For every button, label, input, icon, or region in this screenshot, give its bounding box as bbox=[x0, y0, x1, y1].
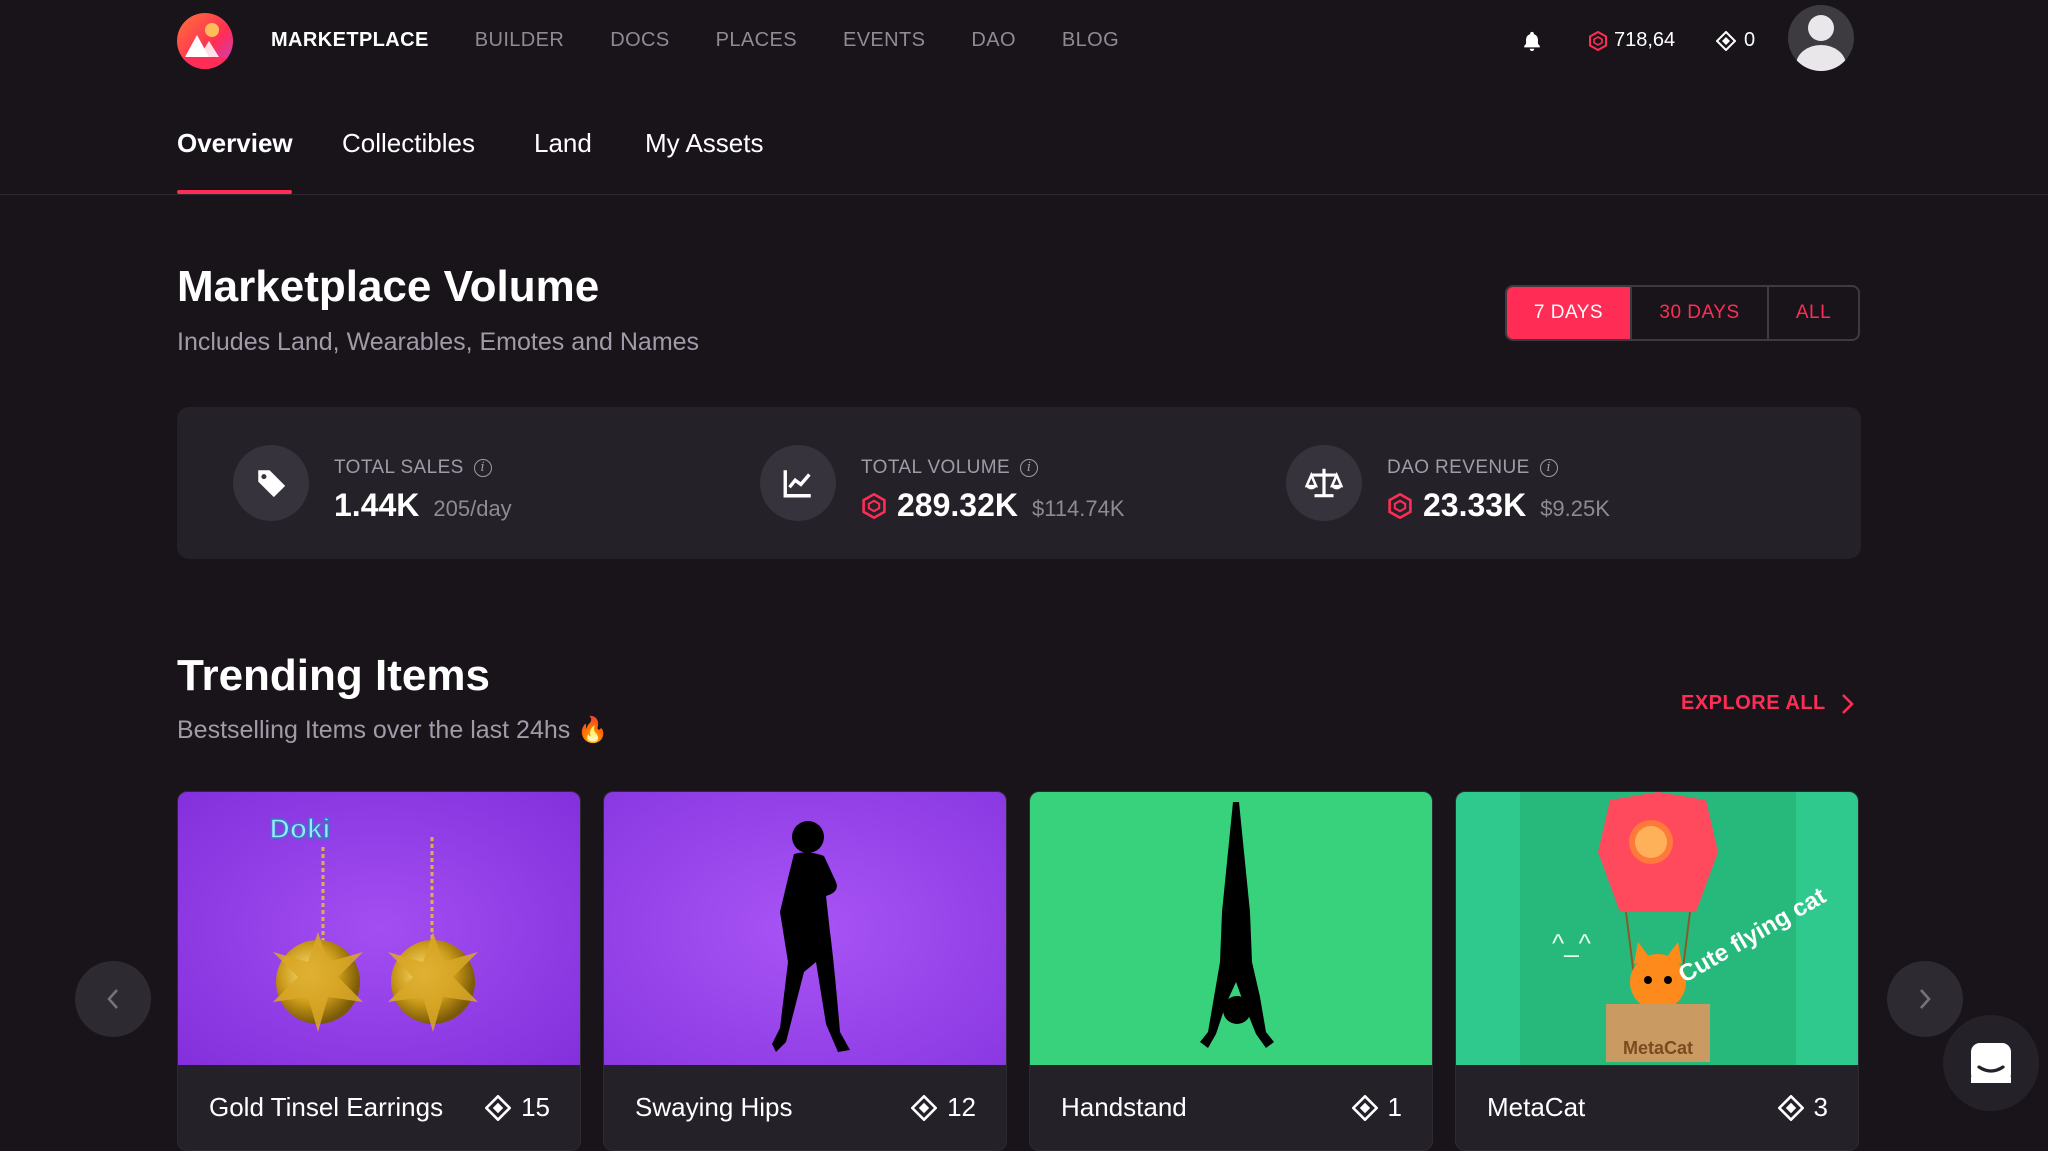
chat-support-button[interactable] bbox=[1943, 1015, 2039, 1111]
stat-secondary: 205/day bbox=[433, 496, 512, 521]
trending-subtitle: Bestselling Items over the last 24hs 🔥 bbox=[177, 716, 609, 744]
ethereum-icon bbox=[911, 1094, 938, 1121]
mana-balance[interactable]: 718,64 bbox=[1588, 29, 1675, 52]
item-card[interactable]: Handstand 1 bbox=[1029, 791, 1433, 1151]
info-icon[interactable]: i bbox=[1539, 459, 1558, 477]
item-price-value: 1 bbox=[1387, 1092, 1402, 1122]
active-tab-indicator bbox=[177, 190, 292, 194]
eth-balance-value: 0 bbox=[1744, 29, 1756, 51]
stat-dao-revenue: DAO REVENUE i 23.33K $9.25K bbox=[1286, 443, 1766, 523]
item-thumbnail bbox=[604, 792, 1006, 1065]
trending-title: Trending Items bbox=[177, 651, 490, 700]
ethereum-icon bbox=[1716, 30, 1736, 51]
scale-icon bbox=[1286, 445, 1362, 521]
chevron-right-icon bbox=[1920, 989, 1931, 1009]
item-price: 3 bbox=[1777, 1092, 1828, 1123]
nav-link-dao[interactable]: DAO bbox=[971, 29, 1016, 52]
stat-value: 289.32K bbox=[897, 487, 1018, 523]
doki-logo-text: Doki bbox=[270, 813, 331, 844]
metacat-box-text: MetaCat bbox=[1623, 1038, 1693, 1058]
volume-subtitle: Includes Land, Wearables, Emotes and Nam… bbox=[177, 328, 700, 356]
item-thumbnail bbox=[1030, 792, 1432, 1065]
explore-all-link[interactable]: EXPLORE ALL bbox=[1681, 692, 1854, 715]
stat-secondary: $114.74K bbox=[1031, 496, 1125, 521]
stat-value: 1.44K bbox=[334, 487, 420, 523]
chart-icon bbox=[760, 445, 836, 521]
stat-label: DAO REVENUE bbox=[1387, 457, 1530, 478]
item-name: Swaying Hips bbox=[635, 1092, 793, 1122]
main-nav: MARKETPLACE BUILDER DOCS PLACES EVENTS D… bbox=[271, 29, 1165, 52]
stat-label: TOTAL SALES bbox=[334, 457, 464, 478]
item-price: 12 bbox=[911, 1092, 976, 1123]
period-all-button[interactable]: ALL bbox=[1769, 287, 1858, 339]
volume-stats-panel: TOTAL SALES i 1.44K 205/day TOTAL VOLUME i… bbox=[177, 407, 1861, 559]
chevron-right-icon bbox=[1841, 693, 1854, 714]
chat-icon bbox=[1971, 1043, 2011, 1083]
item-price: 1 bbox=[1351, 1092, 1402, 1123]
nav-link-blog[interactable]: BLOG bbox=[1062, 29, 1119, 52]
ethereum-icon bbox=[1351, 1094, 1378, 1121]
ethereum-icon bbox=[1777, 1094, 1804, 1121]
tab-collectibles[interactable]: Collectibles bbox=[342, 128, 475, 159]
item-card[interactable]: Doki Gold Tinsel Earrings 15 bbox=[177, 791, 581, 1151]
item-price-value: 12 bbox=[947, 1092, 976, 1122]
item-card[interactable]: MetaCat ^_^ Cute flying cat MetaCat 3 bbox=[1455, 791, 1859, 1151]
item-thumbnail: Doki bbox=[178, 792, 580, 1065]
nav-link-events[interactable]: EVENTS bbox=[843, 29, 925, 52]
mana-icon bbox=[862, 492, 886, 519]
bell-icon[interactable] bbox=[1521, 29, 1543, 53]
item-name: MetaCat bbox=[1487, 1092, 1586, 1122]
period-30-days-button[interactable]: 30 DAYS bbox=[1632, 287, 1769, 339]
stat-value: 23.33K bbox=[1423, 487, 1527, 523]
item-price-value: 3 bbox=[1813, 1092, 1828, 1122]
info-icon[interactable]: i bbox=[1020, 459, 1039, 477]
mana-balance-value: 718,64 bbox=[1614, 29, 1676, 51]
tab-my-assets[interactable]: My Assets bbox=[645, 128, 763, 159]
nav-link-places[interactable]: PLACES bbox=[716, 29, 797, 52]
explore-all-label: EXPLORE ALL bbox=[1681, 692, 1826, 714]
section-tabs: Overview Collectibles Land My Assets bbox=[0, 84, 2048, 195]
item-price-value: 15 bbox=[521, 1092, 550, 1122]
mana-icon bbox=[1388, 492, 1412, 519]
eth-balance[interactable]: 0 bbox=[1716, 29, 1755, 52]
tab-land[interactable]: Land bbox=[534, 128, 592, 159]
top-navbar: MARKETPLACE BUILDER DOCS PLACES EVENTS D… bbox=[0, 0, 2048, 84]
stat-total-sales: TOTAL SALES i 1.44K 205/day bbox=[233, 443, 713, 523]
mana-icon bbox=[1589, 30, 1607, 51]
carousel-prev-button[interactable] bbox=[75, 961, 151, 1037]
nav-link-docs[interactable]: DOCS bbox=[610, 29, 669, 52]
carousel-next-button[interactable] bbox=[1887, 961, 1963, 1037]
stat-secondary: $9.25K bbox=[1540, 496, 1610, 521]
period-selector: 7 DAYS 30 DAYS ALL bbox=[1505, 285, 1860, 341]
ethereum-icon bbox=[485, 1094, 512, 1121]
user-avatar[interactable] bbox=[1788, 5, 1854, 71]
item-thumbnail: MetaCat ^_^ Cute flying cat bbox=[1456, 792, 1858, 1065]
stat-total-volume: TOTAL VOLUME i 289.32K $114.74K bbox=[760, 443, 1240, 523]
volume-title: Marketplace Volume bbox=[177, 262, 600, 311]
tab-overview[interactable]: Overview bbox=[177, 128, 293, 159]
chevron-left-icon bbox=[107, 989, 118, 1009]
item-name: Gold Tinsel Earrings bbox=[209, 1092, 444, 1122]
item-card[interactable]: Swaying Hips 12 bbox=[603, 791, 1007, 1151]
nav-link-marketplace[interactable]: MARKETPLACE bbox=[271, 29, 429, 52]
decentraland-logo[interactable] bbox=[177, 13, 233, 69]
item-price: 15 bbox=[485, 1092, 550, 1123]
stat-label: TOTAL VOLUME bbox=[861, 457, 1011, 478]
period-7-days-button[interactable]: 7 DAYS bbox=[1507, 287, 1632, 339]
nav-link-builder[interactable]: BUILDER bbox=[475, 29, 565, 52]
item-name: Handstand bbox=[1061, 1092, 1187, 1122]
cat-face-text: ^_^ bbox=[1552, 928, 1592, 958]
tag-icon bbox=[233, 445, 309, 521]
info-icon[interactable]: i bbox=[473, 459, 492, 477]
